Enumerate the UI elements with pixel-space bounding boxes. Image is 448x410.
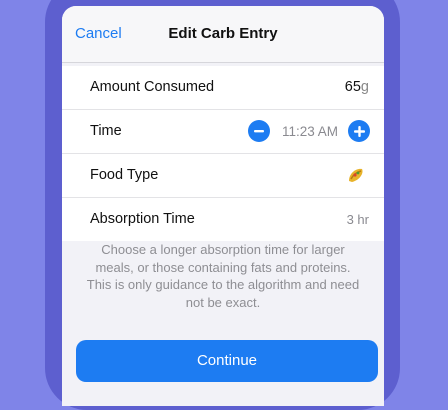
amount-label: Amount Consumed	[90, 79, 215, 95]
navigation-bar: Cancel Edit Carb Entry	[62, 6, 384, 63]
time-value[interactable]: 11:23 AM	[282, 124, 338, 139]
edit-carb-sheet: Cancel Edit Carb Entry Amount Consumed 6…	[62, 6, 384, 406]
absorption-row[interactable]: Absorption Time 3 hr	[62, 198, 384, 241]
absorption-value[interactable]: 3 hr	[347, 212, 369, 227]
amount-field[interactable]: 65g	[345, 79, 369, 95]
continue-button[interactable]: Continue	[76, 340, 378, 382]
absorption-footnote: Choose a longer absorption time for larg…	[86, 242, 360, 310]
plus-icon[interactable]	[348, 120, 370, 142]
amount-unit: g	[360, 79, 369, 95]
absorption-label: Absorption Time	[90, 211, 195, 227]
amount-row[interactable]: Amount Consumed 65g	[62, 66, 384, 110]
time-row[interactable]: Time 11:23 AM	[62, 110, 384, 154]
entry-form: Amount Consumed 65g Time 11:23 AM Food T…	[62, 66, 384, 241]
food-type-row[interactable]: Food Type	[62, 154, 384, 198]
amount-value: 65	[344, 79, 361, 95]
food-type-label: Food Type	[90, 167, 159, 183]
time-stepper: 11:23 AM	[247, 119, 370, 143]
time-label: Time	[90, 123, 122, 139]
minus-icon[interactable]	[247, 120, 270, 142]
page-title: Edit Carb Entry	[168, 25, 278, 42]
taco-icon[interactable]	[346, 166, 366, 189]
